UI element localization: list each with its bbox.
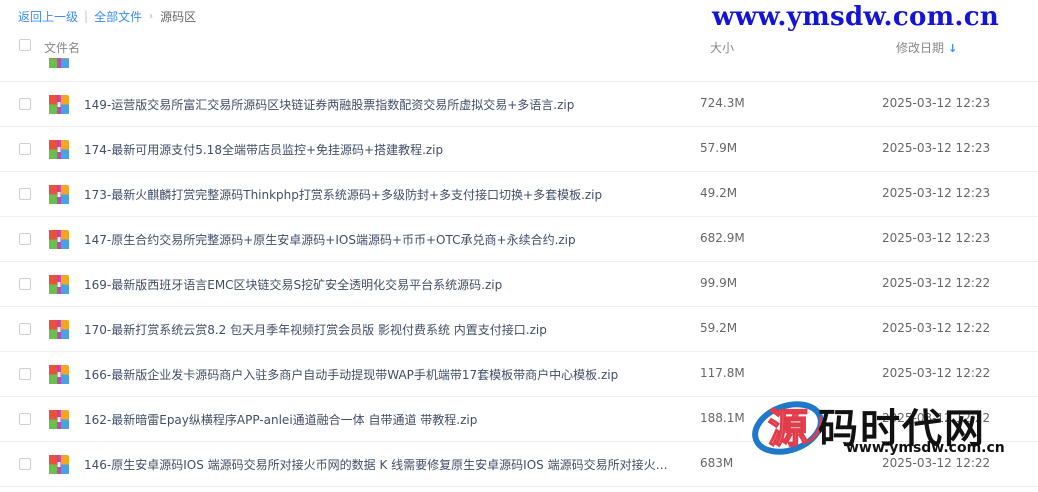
file-size: 724.3M (700, 96, 745, 110)
row-checkbox[interactable] (19, 188, 31, 200)
brand-url: www.ymsdw.com.cn (846, 440, 1005, 456)
zip-archive-icon (49, 185, 69, 204)
table-header: 文件名 大小 修改日期 ↓ (0, 33, 1038, 61)
table-row[interactable]: 169-最新版西班牙语言EMC区块链交易S挖矿安全透明化交易平台系统源码.zip… (0, 262, 1038, 307)
file-date: 2025-03-12 12:23 (882, 186, 991, 200)
file-size: 117.8M (700, 366, 745, 380)
file-size: 683M (700, 456, 734, 470)
file-date: 2025-03-12 12:22 (882, 366, 991, 380)
chevron-right-icon: › (149, 10, 154, 22)
row-checkbox[interactable] (19, 233, 31, 245)
column-header-name[interactable]: 文件名 (44, 39, 80, 56)
row-checkbox[interactable] (19, 458, 31, 470)
all-files-link[interactable]: 全部文件 (94, 8, 142, 25)
file-size: 99.9M (700, 276, 738, 290)
row-checkbox[interactable] (19, 323, 31, 335)
svg-text:源: 源 (768, 405, 808, 452)
file-size: 57.9M (700, 141, 738, 155)
back-link[interactable]: 返回上一级 (18, 8, 78, 25)
breadcrumb-current: 源码区 (160, 9, 197, 24)
row-checkbox[interactable] (19, 98, 31, 110)
yuan-character-logo-icon: 源 (752, 401, 824, 455)
table-row[interactable]: 149-运营版交易所富汇交易所源码区块链证券两融股票指数配资交易所虚拟交易+多语… (0, 82, 1038, 127)
file-date: 2025-03-12 12:23 (882, 141, 991, 155)
zip-archive-icon (49, 140, 69, 159)
table-row-partial[interactable] (0, 58, 1038, 82)
file-date: 2025-03-12 12:23 (882, 231, 991, 245)
breadcrumb: 返回上一级 | 全部文件 › 源码区 (18, 7, 196, 25)
zip-archive-icon (49, 455, 69, 474)
row-checkbox[interactable] (19, 143, 31, 155)
zip-archive-icon (49, 275, 69, 294)
file-size: 59.2M (700, 321, 738, 335)
file-name[interactable]: 146-原生安卓源码IOS 端源码交易所对接火币网的数据 K 线需要修复原生安卓… (84, 456, 676, 473)
column-header-date-label: 修改日期 (896, 41, 945, 55)
file-date: 2025-03-12 12:22 (882, 276, 991, 290)
table-row[interactable]: 170-最新打赏系统云赏8.2 包天月季年视频打赏会员版 影视付费系统 内置支付… (0, 307, 1038, 352)
file-name[interactable]: 169-最新版西班牙语言EMC区块链交易S挖矿安全透明化交易平台系统源码.zip (84, 276, 502, 293)
brand-logo: 源 码时代网 www.ymsdw.com.cn (748, 388, 1005, 468)
file-name[interactable]: 149-运营版交易所富汇交易所源码区块链证券两融股票指数配资交易所虚拟交易+多语… (84, 96, 574, 113)
column-header-size[interactable]: 大小 (710, 39, 734, 56)
file-name[interactable]: 166-最新版企业发卡源码商户入驻多商户自动手动提现带WAP手机端带17套模板带… (84, 366, 618, 383)
file-name[interactable]: 162-最新暗雷Epay纵横程序APP-anlei通道融合一体 自带通道 带教程… (84, 411, 477, 428)
zip-archive-icon (49, 95, 69, 114)
table-row[interactable]: 147-原生合约交易所完整源码+原生安卓源码+IOS端源码+币币+OTC承兑商+… (0, 217, 1038, 262)
row-checkbox[interactable] (19, 278, 31, 290)
zip-archive-icon (49, 365, 69, 384)
zip-archive-icon (49, 230, 69, 249)
zip-archive-icon (49, 58, 69, 68)
breadcrumb-divider: | (84, 9, 89, 23)
file-date: 2025-03-12 12:23 (882, 96, 991, 110)
file-date: 2025-03-12 12:22 (882, 321, 991, 335)
file-size: 682.9M (700, 231, 745, 245)
zip-archive-icon (49, 320, 69, 339)
file-name[interactable]: 147-原生合约交易所完整源码+原生安卓源码+IOS端源码+币币+OTC承兑商+… (84, 231, 576, 248)
file-size: 188.1M (700, 411, 745, 425)
arrow-down-icon: ↓ (948, 42, 958, 55)
file-name[interactable]: 173-最新火麒麟打赏完整源码Thinkphp打赏系统源码+多级防封+多支付接口… (84, 186, 602, 203)
watermark-url: www.ymsdw.com.cn (712, 2, 1000, 32)
file-name[interactable]: 170-最新打赏系统云赏8.2 包天月季年视频打赏会员版 影视付费系统 内置支付… (84, 321, 547, 338)
zip-archive-icon (49, 410, 69, 429)
table-row[interactable]: 173-最新火麒麟打赏完整源码Thinkphp打赏系统源码+多级防封+多支付接口… (0, 172, 1038, 217)
select-all-checkbox[interactable] (19, 39, 31, 51)
table-row[interactable]: 174-最新可用源支付5.18全端带店员监控+免挂源码+搭建教程.zip 57.… (0, 127, 1038, 172)
row-checkbox[interactable] (19, 368, 31, 380)
file-name[interactable]: 174-最新可用源支付5.18全端带店员监控+免挂源码+搭建教程.zip (84, 141, 443, 158)
column-header-date[interactable]: 修改日期 ↓ (896, 39, 957, 56)
file-size: 49.2M (700, 186, 738, 200)
row-checkbox[interactable] (19, 413, 31, 425)
